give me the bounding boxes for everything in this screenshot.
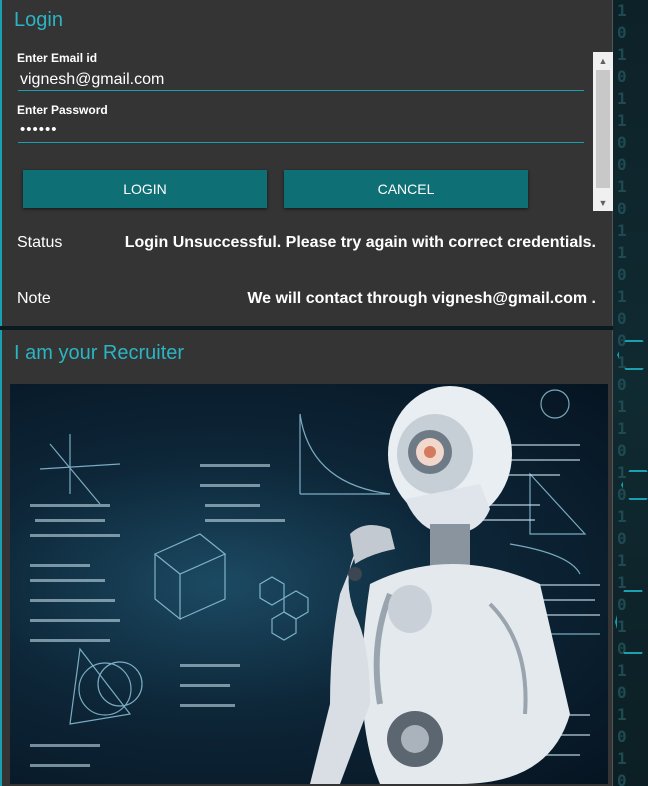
login-panel: Login Enter Email id Enter Password ••••… xyxy=(0,0,613,326)
robot-math-image xyxy=(10,384,608,784)
scroll-down-icon[interactable]: ▼ xyxy=(593,194,613,211)
login-title: Login xyxy=(14,9,63,31)
password-field[interactable]: •••••• xyxy=(18,121,584,143)
status-label: Status xyxy=(17,234,63,251)
binary-pattern: 1 0 1 0 1 1 0 0 1 0 1 1 0 1 0 0 1 0 1 1 … xyxy=(617,1,627,786)
password-label: Enter Password xyxy=(17,103,108,117)
login-button[interactable]: LOGIN xyxy=(23,170,267,208)
form-scrollbar[interactable]: ▲ ▼ xyxy=(593,52,613,211)
scroll-thumb[interactable] xyxy=(596,70,610,188)
scroll-up-icon[interactable]: ▲ xyxy=(593,52,613,69)
recruiter-panel: I am your Recruiter xyxy=(0,330,613,786)
recruiter-title: I am your Recruiter xyxy=(14,342,185,364)
robot-illustration xyxy=(30,386,600,784)
background-decoration: 1 0 1 0 1 1 0 0 1 0 1 1 0 1 0 0 1 0 1 1 … xyxy=(613,0,648,786)
email-label: Enter Email id xyxy=(17,51,98,65)
status-message: Login Unsuccessful. Please try again wit… xyxy=(124,234,596,251)
note-message: We will contact through vignesh@gmail.co… xyxy=(247,290,596,307)
note-label: Note xyxy=(17,290,51,307)
email-field[interactable] xyxy=(18,69,584,91)
cancel-button[interactable]: CANCEL xyxy=(284,170,528,208)
